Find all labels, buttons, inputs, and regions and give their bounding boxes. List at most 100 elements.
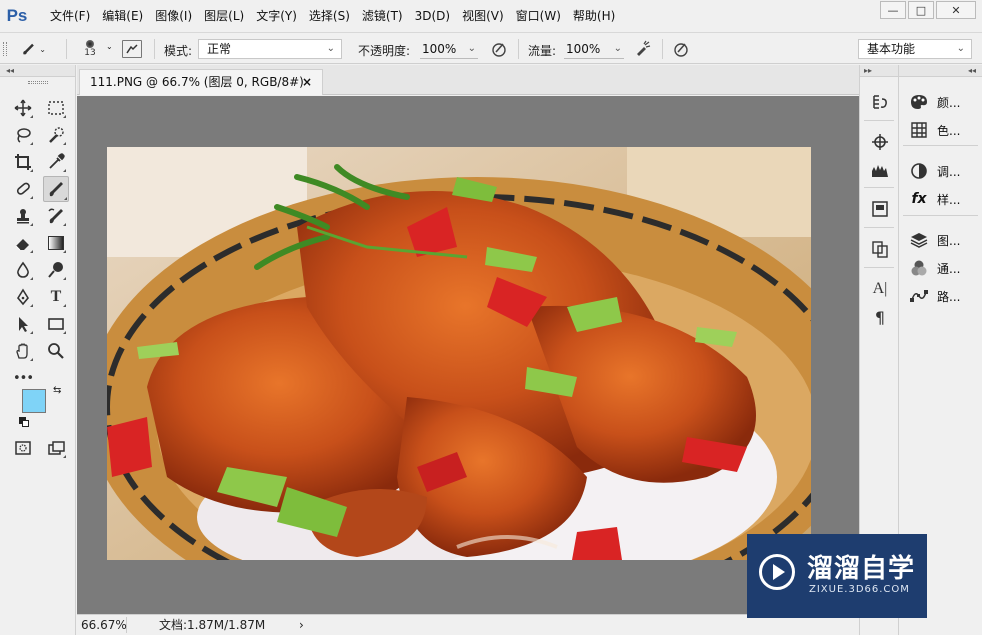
- histogram-icon[interactable]: [869, 159, 891, 181]
- pen-tool[interactable]: [12, 286, 34, 308]
- menu-item[interactable]: 3D(D): [409, 4, 456, 28]
- palette-icon: [909, 93, 929, 111]
- panels-collapse[interactable]: ◂◂: [899, 65, 982, 77]
- maximize-button[interactable]: □: [908, 1, 934, 19]
- flow-input[interactable]: 100% ⌄: [564, 39, 624, 59]
- mode-label: 模式:: [164, 44, 193, 58]
- menu-item[interactable]: 图层(L): [198, 4, 250, 28]
- type-icon: T: [50, 288, 62, 305]
- zoom-level[interactable]: 66.67%: [81, 617, 127, 633]
- history-icon[interactable]: [869, 91, 891, 113]
- menu-item[interactable]: 图像(I): [149, 4, 198, 28]
- panel-tab-label: 通...: [937, 261, 961, 276]
- strip-expand[interactable]: ▸▸: [860, 65, 898, 77]
- tool-preset-picker[interactable]: ⌄: [20, 39, 46, 59]
- character-icon[interactable]: A|: [869, 278, 891, 300]
- eraser-tool[interactable]: [12, 232, 34, 254]
- menu-item[interactable]: 文件(F): [44, 4, 96, 28]
- flow-label: 流量:: [528, 44, 557, 58]
- opacity-label: 不透明度:: [358, 44, 411, 58]
- photoshop-logo: Ps: [6, 6, 28, 25]
- path-select-tool[interactable]: [12, 313, 34, 335]
- status-menu-arrow-icon[interactable]: ›: [299, 617, 304, 633]
- stamp-tool[interactable]: [12, 205, 34, 227]
- panel-tab-styles[interactable]: fx 样...: [909, 188, 960, 210]
- pressure-size-button[interactable]: [670, 39, 692, 59]
- type-tool[interactable]: T: [45, 286, 67, 308]
- blur-tool[interactable]: [12, 259, 34, 281]
- brush-size-picker[interactable]: 13: [76, 36, 104, 62]
- menu-item[interactable]: 滤镜(T): [356, 4, 409, 28]
- info-panel-icon[interactable]: [869, 198, 891, 220]
- chevron-down-icon: ⌄: [467, 43, 476, 54]
- quick-mask-button[interactable]: [12, 437, 34, 459]
- crop-tool[interactable]: [12, 151, 34, 173]
- default-colors-icon[interactable]: [19, 417, 29, 427]
- menu-item[interactable]: 视图(V): [456, 4, 510, 28]
- opacity-input[interactable]: 100% ⌄: [420, 39, 478, 59]
- panel-tab-paths[interactable]: 路...: [909, 285, 960, 307]
- history-brush-tool[interactable]: [45, 205, 67, 227]
- lasso-tool[interactable]: [12, 124, 34, 146]
- menu-list: 文件(F) 编辑(E) 图像(I) 图层(L) 文字(Y) 选择(S) 滤镜(T) 3D(D)…: [44, 0, 621, 32]
- shape-tool[interactable]: [45, 313, 67, 335]
- gradient-tool[interactable]: [45, 232, 67, 254]
- panel-tab-label: 图...: [937, 233, 961, 248]
- menu-item[interactable]: 窗口(W): [510, 4, 567, 28]
- panel-tab-layers[interactable]: 图...: [909, 229, 960, 251]
- dodge-tool[interactable]: [45, 259, 67, 281]
- marquee-tool[interactable]: [45, 97, 67, 119]
- magnifier-icon: [48, 343, 64, 359]
- panel-tab-label: 样...: [937, 192, 961, 207]
- zoom-tool[interactable]: [45, 340, 67, 362]
- quick-select-tool[interactable]: [45, 124, 67, 146]
- edit-toolbar-button[interactable]: •••: [12, 367, 34, 389]
- menu-item[interactable]: 文字(Y): [250, 4, 303, 28]
- healing-tool[interactable]: [12, 178, 34, 200]
- panel-tab-swatches[interactable]: 色...: [909, 119, 960, 141]
- eyedropper-tool[interactable]: [45, 151, 67, 173]
- airbrush-button[interactable]: [632, 39, 654, 59]
- swatches-icon: [909, 121, 929, 139]
- airbrush-icon: [637, 40, 651, 56]
- close-tab-icon[interactable]: ×: [302, 70, 312, 94]
- brush-panel-icon: [126, 44, 138, 54]
- properties-icon[interactable]: [869, 238, 891, 260]
- roast-chicken-photo: [107, 147, 811, 560]
- foreground-color-swatch[interactable]: [22, 389, 46, 413]
- navigator-icon[interactable]: [869, 131, 891, 153]
- document-tab-title: 111.PNG @ 66.7% (图层 0, RGB/8#): [90, 75, 304, 89]
- document-image[interactable]: [107, 147, 811, 560]
- swap-colors-icon[interactable]: ⇆: [53, 385, 61, 396]
- move-tool[interactable]: [12, 97, 34, 119]
- brush-icon: [23, 43, 34, 55]
- menu-item[interactable]: 编辑(E): [96, 4, 149, 28]
- brush-panel-toggle[interactable]: [122, 40, 142, 58]
- paragraph-icon[interactable]: ¶: [869, 306, 891, 328]
- tools-panel-collapse[interactable]: ◂◂: [0, 65, 75, 77]
- brush-size-label: 13: [84, 48, 96, 58]
- panel-tab-adjustments[interactable]: 调...: [909, 160, 960, 182]
- panel-tab-palette[interactable]: 颜...: [909, 91, 960, 113]
- menu-item[interactable]: 选择(S): [303, 4, 356, 28]
- play-logo-icon: [759, 554, 795, 590]
- pressure-size-icon: [674, 43, 688, 57]
- options-grip[interactable]: [3, 42, 7, 56]
- more-tools-icon: •••: [12, 370, 34, 386]
- chevron-down-icon[interactable]: ⌄: [106, 42, 113, 51]
- mode-select[interactable]: 正常 ⌄: [198, 39, 342, 59]
- menu-item[interactable]: 帮助(H): [567, 4, 621, 28]
- gradient-icon: [48, 236, 64, 250]
- canvas-area[interactable]: [77, 96, 859, 614]
- hand-tool[interactable]: [12, 340, 34, 362]
- tools-grip[interactable]: [28, 81, 48, 84]
- screen-mode-button[interactable]: [45, 437, 67, 459]
- close-button[interactable]: ✕: [936, 1, 976, 19]
- workspace-select[interactable]: 基本功能 ⌄: [858, 39, 972, 59]
- document-tab[interactable]: 111.PNG @ 66.7% (图层 0, RGB/8#) ×: [79, 69, 323, 95]
- brush-tool[interactable]: [43, 176, 69, 202]
- pressure-opacity-button[interactable]: [488, 39, 510, 59]
- panel-tab-channels[interactable]: 通...: [909, 257, 960, 279]
- pressure-icon: [492, 43, 506, 57]
- minimize-button[interactable]: —: [880, 1, 906, 19]
